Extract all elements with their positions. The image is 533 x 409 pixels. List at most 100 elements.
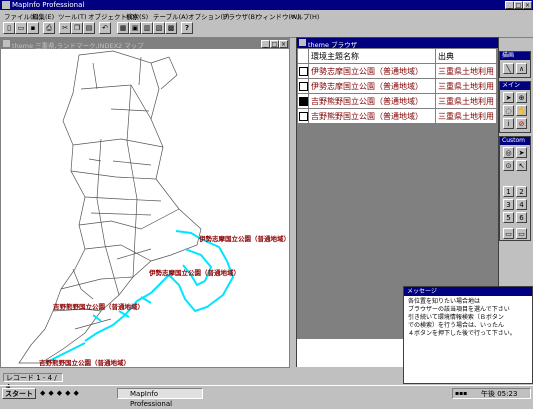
map-window-icon bbox=[3, 40, 10, 47]
map-window-title-bar: theme 三重県,ランドマーク,INDEX2 マップ _ □ × bbox=[1, 39, 289, 50]
new-graph-icon[interactable]: ▥ bbox=[141, 22, 153, 34]
custom-button-1[interactable]: 1 bbox=[503, 186, 514, 197]
map-minimize-icon[interactable]: _ bbox=[261, 40, 270, 48]
custom-button-6[interactable]: 6 bbox=[516, 212, 527, 223]
row-select-box[interactable] bbox=[297, 63, 309, 79]
message-body: 各位置を知りたい場合地は ブラウザーの該当項目を選んで下さい 引き続いて環境情報… bbox=[408, 298, 530, 338]
undo-icon[interactable]: ↶ bbox=[99, 22, 111, 34]
paste-icon[interactable]: ▤ bbox=[83, 22, 95, 34]
menu-bar: ファイル(F) 編集(E) ツール(T) オブジェクト(O) 検索(S) テーブ… bbox=[0, 10, 533, 21]
map-close-icon[interactable]: × bbox=[279, 40, 288, 48]
minimize-icon[interactable]: _ bbox=[505, 1, 514, 9]
table-row[interactable]: 伊勢志摩国立公園（普通地域） 三重県土地利用 bbox=[297, 63, 497, 79]
browser-empty-rows bbox=[297, 338, 407, 367]
row-select-indicator[interactable] bbox=[298, 81, 308, 91]
custom-zoom-icon[interactable]: ◎ bbox=[503, 147, 514, 158]
cell-source[interactable]: 三重県土地利用 bbox=[435, 108, 497, 124]
row-select-indicator[interactable] bbox=[298, 96, 308, 106]
custom-palette: Custom ◎ ➤ ⊙ ↖ 1 2 3 4 5 6 ▭ ▭ bbox=[499, 136, 531, 241]
map-label-yoshino-kumano-1: 吉野熊野国立公園（普通地域） bbox=[53, 302, 144, 311]
map-window[interactable]: theme 三重県,ランドマーク,INDEX2 マップ _ □ × 伊勢志摩国立… bbox=[0, 38, 290, 368]
cell-name[interactable]: 伊勢志摩国立公園（普通地域） bbox=[308, 63, 436, 79]
redistrict-icon[interactable]: ▩ bbox=[165, 22, 177, 34]
drawing-palette-title: 描画 bbox=[500, 52, 530, 60]
polyline-tool-icon[interactable]: ∧ bbox=[516, 63, 527, 74]
stop-icon[interactable]: ⊘ bbox=[516, 118, 527, 129]
taskbar: スタート ◆◆◆◆◆ MapInfo Professional ▪▪▪ 午後 0… bbox=[0, 385, 533, 408]
browser-title-bar: theme ブラウザ bbox=[297, 38, 498, 49]
table-row[interactable]: 吉野熊野国立公園（普通地域） 三重県土地利用 bbox=[297, 93, 497, 109]
new-layout-icon[interactable]: ▧ bbox=[153, 22, 165, 34]
main-palette-title: メイン bbox=[500, 82, 530, 90]
custom-button-4[interactable]: 4 bbox=[516, 199, 527, 210]
main-palette: メイン ➤ ⊕ ◌ ✋ i ⊘ bbox=[499, 81, 531, 133]
custom-button-2[interactable]: 2 bbox=[516, 186, 527, 197]
quick-launch-icons: ◆◆◆◆◆ bbox=[40, 389, 82, 397]
maximize-icon[interactable]: □ bbox=[514, 1, 523, 9]
grabber-icon[interactable]: ✋ bbox=[516, 105, 527, 116]
map-maximize-icon[interactable]: □ bbox=[270, 40, 279, 48]
cell-source[interactable]: 三重県土地利用 bbox=[435, 78, 497, 94]
radius-select-icon[interactable]: ◌ bbox=[503, 105, 514, 116]
row-select-indicator[interactable] bbox=[298, 111, 308, 121]
custom-arrow-icon[interactable]: ↖ bbox=[516, 160, 527, 171]
new-browser-icon[interactable]: ▦ bbox=[117, 22, 129, 34]
row-select-box[interactable] bbox=[297, 93, 309, 109]
cell-name[interactable]: 吉野熊野国立公園（普通地域） bbox=[308, 93, 436, 109]
custom-button-5[interactable]: 5 bbox=[503, 212, 514, 223]
help-icon[interactable]: ? bbox=[181, 22, 193, 34]
drawing-palette: 描画 ╲ ∧ bbox=[499, 51, 531, 78]
zoom-in-icon[interactable]: ⊕ bbox=[516, 92, 527, 103]
start-button[interactable]: スタート bbox=[2, 388, 36, 399]
browser-table: 環境主題名称 出典 伊勢志摩国立公園（普通地域） 三重県土地利用 伊勢志摩国立公… bbox=[297, 48, 497, 124]
system-tray: ▪▪▪ 午後 05:23 bbox=[452, 388, 531, 399]
app-title-bar: MapInfo Professional _ □ × bbox=[0, 0, 533, 10]
copy-icon[interactable]: ❐ bbox=[71, 22, 83, 34]
column-header-name[interactable]: 環境主題名称 bbox=[308, 48, 436, 64]
cell-source[interactable]: 三重県土地利用 bbox=[435, 93, 497, 109]
cell-source[interactable]: 三重県土地利用 bbox=[435, 63, 497, 79]
taskbar-app-button[interactable]: MapInfo Professional bbox=[117, 388, 203, 408]
status-bar: レコード 1 - 4 / 4 bbox=[0, 372, 533, 391]
message-line: 各位置を知りたい場合地は bbox=[408, 298, 481, 305]
open-icon[interactable]: ▭ bbox=[15, 22, 27, 34]
custom-palette-title: Custom bbox=[500, 137, 530, 145]
info-tool-icon[interactable]: i bbox=[503, 118, 514, 129]
cut-icon[interactable]: ✂ bbox=[59, 22, 71, 34]
header-select-cell bbox=[297, 48, 309, 64]
close-icon[interactable]: × bbox=[523, 1, 532, 9]
map-label-ise-shima-1: 伊勢志摩国立公園（普通地域） bbox=[198, 234, 289, 243]
column-header-source[interactable]: 出典 bbox=[435, 48, 497, 64]
cell-name[interactable]: 吉野熊野国立公園（普通地域） bbox=[308, 108, 436, 124]
app-title: MapInfo Professional bbox=[12, 1, 85, 9]
map-canvas[interactable]: 伊勢志摩国立公園（普通地域） 伊勢志摩国立公園（普通地域） 吉野熊野国立公園（普… bbox=[1, 49, 289, 367]
cell-name[interactable]: 伊勢志摩国立公園（普通地域） bbox=[308, 78, 436, 94]
line-tool-icon[interactable]: ╲ bbox=[503, 63, 514, 74]
new-map-icon[interactable]: ▣ bbox=[129, 22, 141, 34]
message-line: ４ボタンを押下した後で行って下さい。 bbox=[408, 330, 516, 337]
record-count: レコード 1 - 4 / 4 bbox=[3, 373, 63, 391]
print-icon[interactable]: ⎙ bbox=[43, 22, 55, 34]
map-label-ise-shima-2: 伊勢志摩国立公園（普通地域） bbox=[148, 268, 240, 277]
custom-select-icon[interactable]: ➤ bbox=[516, 147, 527, 158]
message-line: での検索）を行う場合は、いったん bbox=[408, 322, 505, 329]
custom-extra2-icon[interactable]: ▭ bbox=[516, 228, 527, 239]
select-arrow-icon[interactable]: ➤ bbox=[503, 92, 514, 103]
table-row[interactable]: 伊勢志摩国立公園（普通地域） 三重県土地利用 bbox=[297, 78, 497, 94]
row-select-indicator[interactable] bbox=[298, 66, 308, 76]
table-row[interactable]: 吉野熊野国立公園（普通地域） 三重県土地利用 bbox=[297, 108, 497, 124]
row-select-box[interactable] bbox=[297, 78, 309, 94]
app-icon bbox=[2, 1, 10, 9]
save-icon[interactable]: ▪ bbox=[27, 22, 39, 34]
browser-header-row: 環境主題名称 出典 bbox=[297, 48, 497, 64]
map-label-yoshino-kumano-2: 吉野熊野国立公園（普通地域） bbox=[39, 358, 130, 367]
custom-extra-icon[interactable]: ▭ bbox=[503, 228, 514, 239]
prefecture-boundaries bbox=[18, 50, 202, 364]
custom-button-3[interactable]: 3 bbox=[503, 199, 514, 210]
row-select-box[interactable] bbox=[297, 108, 309, 124]
new-icon[interactable]: ▯ bbox=[3, 22, 15, 34]
message-window: メッセージ 各位置を知りたい場合地は ブラウザーの該当項目を選んで下さい 引き続… bbox=[403, 286, 533, 384]
message-window-title: メッセージ bbox=[404, 287, 532, 296]
message-line: ブラウザーの該当項目を選んで下さい bbox=[408, 306, 510, 313]
custom-pan-icon[interactable]: ⊙ bbox=[503, 160, 514, 171]
